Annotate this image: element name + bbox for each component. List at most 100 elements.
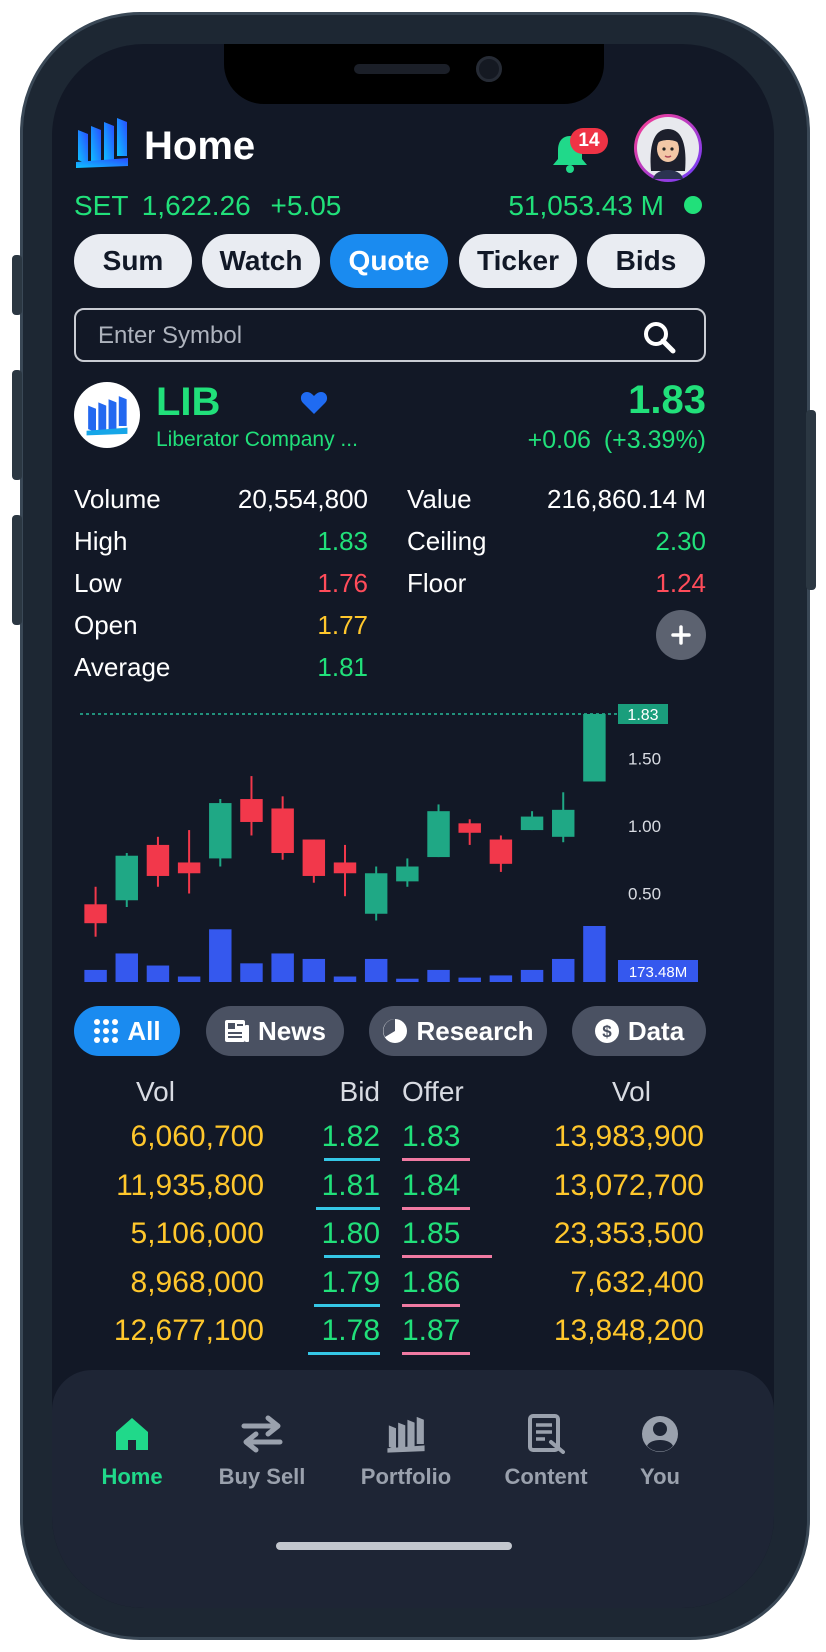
home-icon (116, 1418, 148, 1450)
nav-home[interactable]: Home (72, 1414, 192, 1490)
volume-bar (240, 963, 263, 982)
orderbook-header-offer: Offer (402, 1076, 464, 1107)
bid-depth-bar (324, 1158, 380, 1161)
orderbook-bid-volume: 8,968,000 (130, 1265, 264, 1299)
stat-value-volume: 20,554,800 (237, 484, 368, 514)
filter-news[interactable]: News (206, 1006, 344, 1056)
market-status-dot (684, 196, 702, 214)
candle-body (146, 844, 170, 876)
speaker (354, 64, 450, 74)
volume-bar (146, 965, 170, 982)
side-button (12, 255, 22, 315)
volume-bar (84, 969, 107, 982)
orderbook-offer-volume: 13,848,200 (553, 1314, 704, 1347)
candle-body (520, 816, 544, 831)
filter-all[interactable]: All (74, 1006, 180, 1056)
plus-icon (671, 625, 691, 645)
orderbook-offer-volume: 13,072,700 (553, 1168, 704, 1202)
avatar[interactable] (634, 114, 702, 182)
nav-buy-sell[interactable]: Buy Sell (202, 1414, 322, 1490)
orderbook-bid-volume: 11,935,800 (116, 1168, 264, 1202)
candle-body (396, 866, 419, 882)
tab-bids[interactable]: Bids (587, 234, 705, 288)
stat-value-average: 1.81 (317, 652, 368, 682)
side-button (12, 370, 22, 480)
index-change: +5.05 (270, 190, 342, 221)
stat-label-floor: Floor (407, 568, 467, 598)
orderbook-header-offer-vol: Vol (612, 1076, 651, 1107)
expand-plus-button[interactable] (656, 610, 706, 660)
filter-research[interactable]: Research (369, 1006, 547, 1056)
candle-body (458, 823, 481, 833)
candle-body (84, 904, 107, 924)
favorite-heart-icon[interactable] (300, 390, 328, 416)
stat-value-floor: 1.24 (655, 568, 706, 598)
notification-badge: 14 (570, 128, 608, 154)
nav-portfolio[interactable]: Portfolio (346, 1414, 466, 1490)
grid-icon (94, 1019, 119, 1043)
filter-data[interactable]: $ Data (572, 1006, 706, 1056)
filter-research-label: Research (416, 1015, 534, 1046)
bid-depth-bar (314, 1303, 380, 1307)
nav-content[interactable]: Content (486, 1414, 606, 1490)
home-indicator (276, 1542, 512, 1550)
stat-label-ceiling: Ceiling (407, 526, 487, 556)
search-icon[interactable] (642, 320, 676, 354)
stat-label-volume: Volume (74, 484, 161, 514)
tab-sum[interactable]: Sum (74, 234, 192, 288)
nav-buy-sell-label: Buy Sell (218, 1464, 306, 1489)
volume-bar (209, 929, 232, 982)
nav-you[interactable]: You (600, 1414, 720, 1490)
bottom-nav: Home Buy Sell Portfolio Content You (52, 1370, 774, 1608)
stock-logo-icon (86, 396, 128, 436)
candle-body (240, 799, 263, 822)
notch (224, 44, 604, 104)
camera (476, 56, 502, 82)
volume-bar (177, 976, 201, 982)
offer-depth-bar (402, 1303, 460, 1307)
search-input[interactable] (96, 318, 620, 354)
volume-tag-label: 173.48M (629, 964, 687, 981)
stock-logo (74, 382, 140, 448)
tab-watch[interactable]: Watch (202, 234, 320, 288)
orderbook-bid-price: 1.81 (321, 1168, 380, 1202)
stat-label-average: Average (74, 652, 171, 682)
research-icon (383, 1019, 408, 1043)
bid-depth-bar (324, 1255, 380, 1258)
orderbook-offer-price: 1.85 (402, 1217, 461, 1250)
volume-bar (427, 969, 450, 982)
side-button (12, 515, 22, 625)
stat-label-low: Low (74, 568, 122, 598)
stat-value-low: 1.76 (317, 568, 368, 598)
svg-text:$: $ (602, 1022, 612, 1041)
portfolio-icon (387, 1416, 425, 1453)
company-name: Liberator Company ... (156, 428, 358, 451)
offer-depth-bar (402, 1255, 492, 1258)
nav-home-label: Home (101, 1464, 163, 1489)
candle-body (427, 811, 450, 858)
tab-ticker[interactable]: Ticker (459, 234, 577, 288)
orderbook-bid-price: 1.78 (321, 1314, 380, 1347)
orderbook-header-bid-vol: Vol (136, 1076, 175, 1107)
stock-price: 1.83 (628, 378, 706, 422)
candlestick-chart: 1.83 1.50 1.00 0.50 173.48M (80, 704, 698, 982)
candle-body (333, 862, 357, 874)
orderbook-bid-volume: 12,677,100 (113, 1314, 264, 1347)
volume-bar (552, 958, 575, 982)
volume-bar (333, 976, 357, 982)
stat-value-open: 1.77 (317, 610, 368, 640)
orderbook-bid-volume: 6,060,700 (130, 1120, 264, 1153)
y-tick-label: 1.50 (628, 750, 661, 769)
stat-value-ceiling: 2.30 (655, 526, 706, 556)
tab-quote[interactable]: Quote (330, 234, 448, 288)
candle-body (115, 855, 138, 901)
candle-body (209, 803, 232, 859)
notification-bell-button[interactable]: 14 (550, 128, 608, 178)
bid-depth-bar (316, 1206, 380, 1210)
volume-bar (302, 958, 326, 982)
nav-you-label: You (640, 1464, 680, 1489)
orderbook-offer-price: 1.87 (402, 1314, 461, 1347)
market-index: SET 1,622.26 +5.05 (74, 190, 341, 222)
volume-bar (520, 969, 544, 982)
filter-news-label: News (258, 1015, 326, 1046)
